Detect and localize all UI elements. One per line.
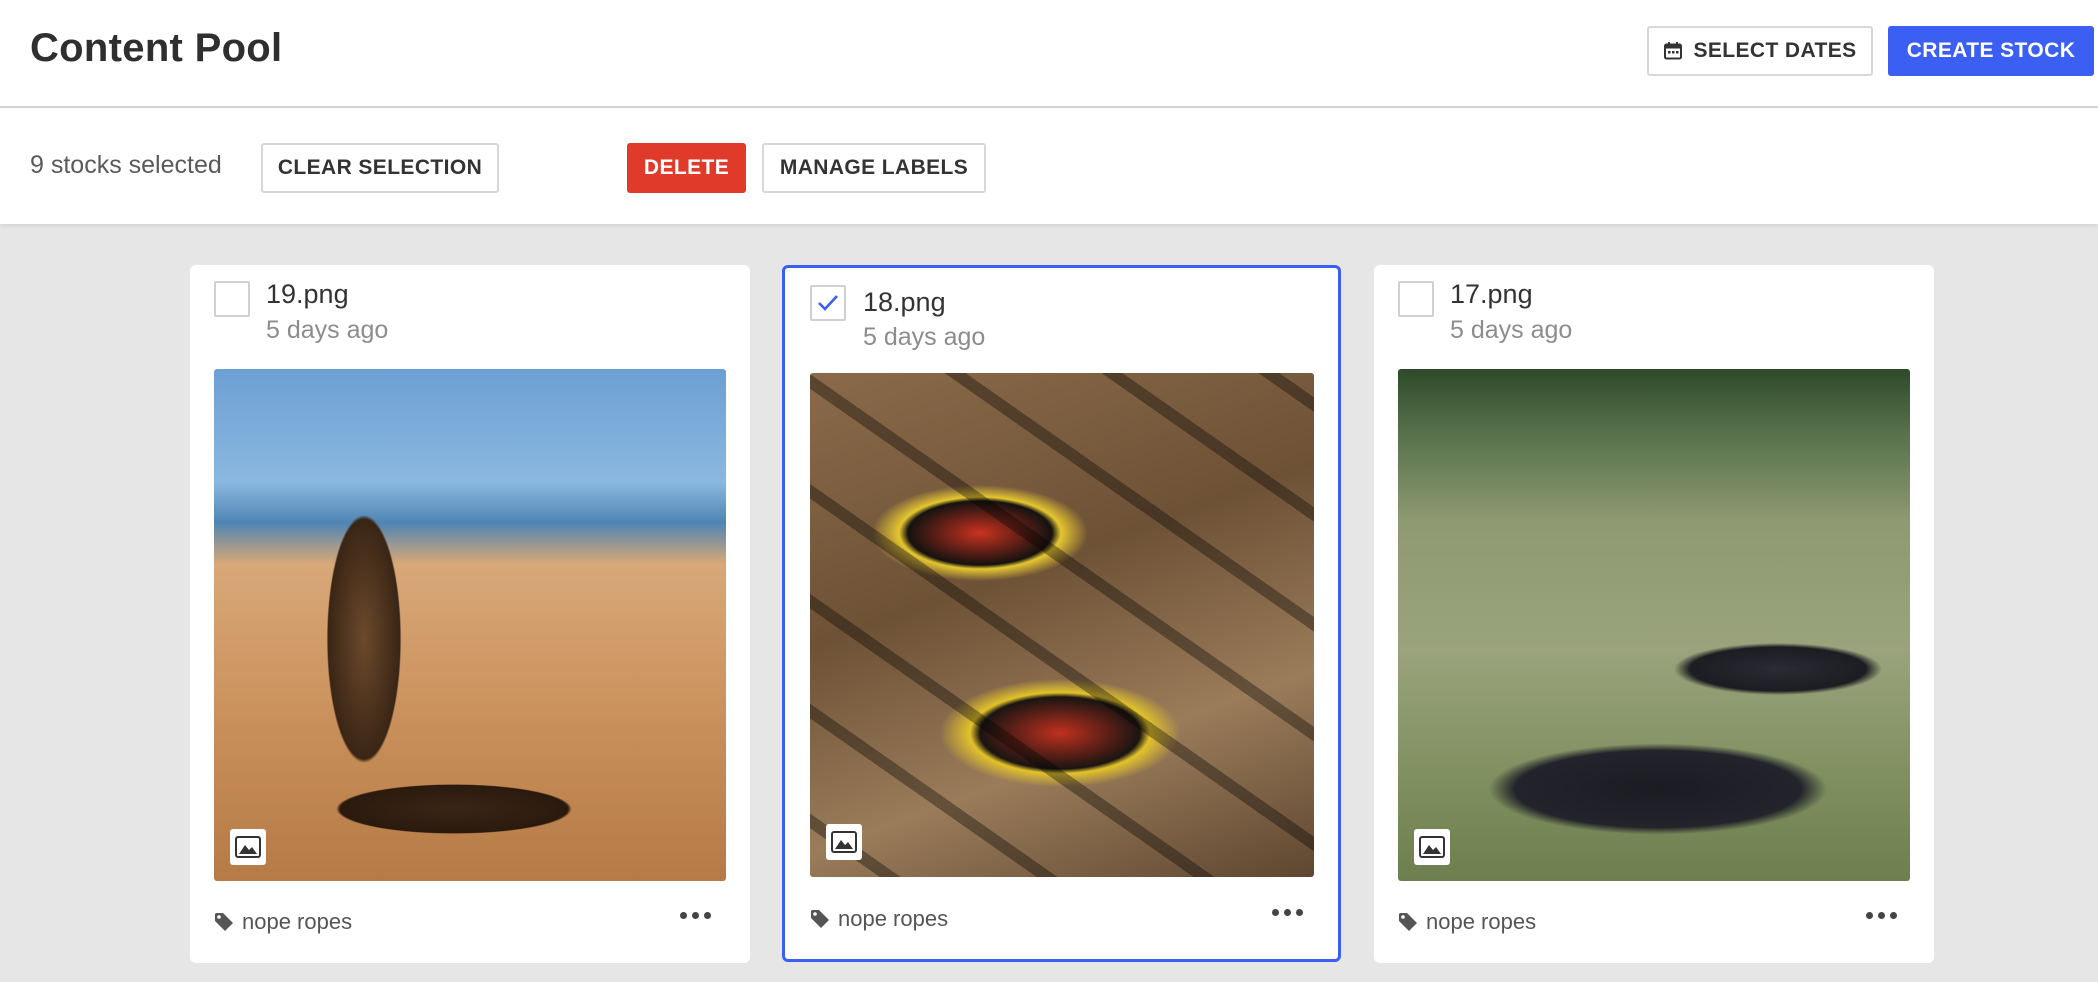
selection-bar: 9 stocks selected CLEAR SELECTION DELETE… [0, 108, 2098, 224]
label-tag[interactable]: nope ropes [810, 906, 948, 932]
tag-icon [811, 910, 829, 928]
stock-thumbnail[interactable] [1398, 369, 1910, 881]
calendar-icon [1664, 42, 1683, 60]
more-options-button[interactable] [1860, 906, 1903, 925]
create-stock-button[interactable]: CREATE STOCK [1888, 26, 2094, 76]
card-filename: 18.png [863, 287, 946, 317]
select-dates-button[interactable]: SELECT DATES [1647, 26, 1873, 76]
label-text: nope ropes [1426, 909, 1537, 934]
checkmark-icon [818, 295, 838, 311]
more-options-button[interactable] [1266, 903, 1309, 922]
label-tag[interactable]: nope ropes [1398, 909, 1536, 935]
clear-selection-button[interactable]: CLEAR SELECTION [261, 143, 499, 193]
image-icon [1414, 829, 1450, 865]
selection-count: 9 stocks selected [30, 151, 222, 179]
select-dates-label: SELECT DATES [1693, 39, 1857, 62]
label-text: nope ropes [838, 906, 949, 931]
tag-icon [215, 913, 233, 931]
image-icon [230, 829, 266, 865]
label-tag[interactable]: nope ropes [214, 909, 352, 935]
select-checkbox-checked[interactable] [810, 285, 846, 321]
stock-thumbnail[interactable] [810, 373, 1314, 877]
select-checkbox[interactable] [1398, 281, 1434, 317]
manage-labels-button[interactable]: MANAGE LABELS [762, 143, 986, 193]
card-date: 5 days ago [863, 323, 986, 351]
header-bar: Content Pool SELECT DATES CREATE STOCK [0, 0, 2098, 108]
stock-card[interactable]: 19.png 5 days ago nope ropes [190, 265, 750, 963]
more-options-button[interactable] [674, 906, 717, 925]
image-icon [826, 824, 862, 860]
card-date: 5 days ago [266, 316, 389, 344]
card-filename: 17.png [1450, 279, 1533, 309]
tag-icon [1399, 913, 1417, 931]
stock-thumbnail[interactable] [214, 369, 726, 881]
stock-card[interactable]: 18.png 5 days ago nope ropes [782, 265, 1341, 962]
label-text: nope ropes [242, 909, 353, 934]
select-checkbox[interactable] [214, 281, 250, 317]
page-title: Content Pool [30, 26, 283, 70]
card-date: 5 days ago [1450, 316, 1573, 344]
card-filename: 19.png [266, 279, 349, 309]
delete-button[interactable]: DELETE [627, 143, 746, 193]
stock-card[interactable]: 17.png 5 days ago nope ropes [1374, 265, 1934, 963]
